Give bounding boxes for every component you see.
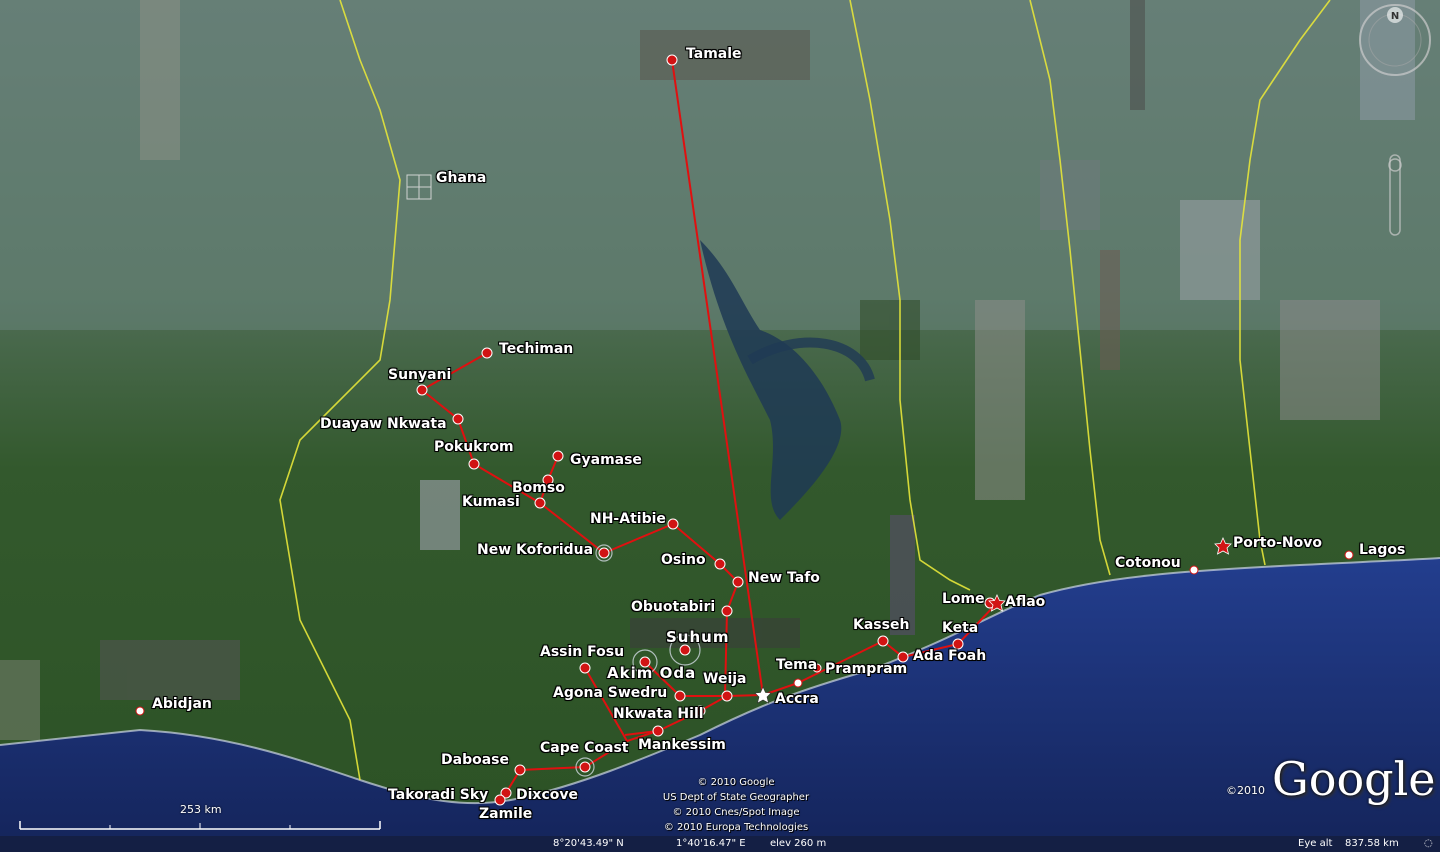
marker-new-koforidua (598, 547, 610, 559)
label-kasseh[interactable]: Kasseh (853, 617, 909, 633)
country-icon-ghana (406, 174, 432, 200)
compass-north-label: N (1391, 11, 1399, 22)
marker-kumasi (534, 497, 546, 509)
marker-suhum (679, 644, 691, 656)
marker-new-tafo (732, 576, 744, 588)
label-lome[interactable]: Lome (942, 591, 985, 607)
marker-lagos (1344, 550, 1354, 560)
marker-nh-atibie (667, 518, 679, 530)
marker-duayaw-nkwata (452, 413, 464, 425)
label-tamale[interactable]: Tamale (686, 46, 742, 62)
marker-mankessim (652, 725, 664, 737)
label-agona-swedru[interactable]: Agona Swedru (553, 685, 667, 701)
label-cape-coast[interactable]: Cape Coast (540, 740, 628, 756)
google-logo: Google (1272, 752, 1436, 806)
label-duayaw-nkwata[interactable]: Duayaw Nkwata (320, 416, 447, 432)
label-cotonou[interactable]: Cotonou (1115, 555, 1181, 571)
marker-tamale (666, 54, 678, 66)
marker-sunyani (416, 384, 428, 396)
marker-weija (721, 690, 733, 702)
marker-tema (793, 678, 803, 688)
label-abidjan[interactable]: Abidjan (152, 696, 212, 712)
longitude-readout: 1°40'16.47" E (676, 838, 746, 849)
credit-line: US Dept of State Geographer (662, 792, 810, 803)
label-prampram[interactable]: Prampram (825, 661, 907, 677)
label-porto-novo[interactable]: Porto-Novo (1233, 535, 1322, 551)
elevation-readout: elev 260 m (770, 838, 827, 849)
label-new-koforidua[interactable]: New Koforidua (477, 542, 593, 558)
label-accra[interactable]: Accra (775, 691, 819, 707)
credit-line: © 2010 Europa Technologies (663, 822, 809, 833)
label-zamile[interactable]: Zamile (479, 806, 532, 822)
label-new-tafo[interactable]: New Tafo (748, 570, 820, 586)
marker-daboase (514, 764, 526, 776)
logo-copyright: ©2010 (1226, 784, 1265, 797)
credit-line: © 2010 Cnes/Spot Image (672, 807, 800, 818)
marker-techiman (481, 347, 493, 359)
label-takoradi-sky[interactable]: Takoradi Sky (388, 787, 488, 803)
marker-agona-swedru (674, 690, 686, 702)
label-sunyani[interactable]: Sunyani (388, 367, 451, 383)
label-ghana[interactable]: Ghana (436, 170, 486, 186)
streaming-indicator-icon: ◌ (1424, 838, 1433, 849)
label-tema[interactable]: Tema (776, 657, 817, 673)
eye-alt-value: 837.58 km (1345, 838, 1399, 849)
eye-alt-label: Eye alt (1298, 838, 1333, 849)
label-lagos[interactable]: Lagos (1359, 542, 1405, 558)
star-marker-accra (754, 686, 772, 704)
label-nkwata-hill[interactable]: Nkwata Hill (613, 706, 704, 722)
status-bar: 8°20'43.49" N 1°40'16.47" E elev 260 m E… (0, 836, 1440, 852)
marker-obuotabiri (721, 605, 733, 617)
marker-zamile (494, 794, 506, 806)
label-obuotabiri[interactable]: Obuotabiri (631, 599, 715, 615)
marker-osino (714, 558, 726, 570)
marker-gyamase (552, 450, 564, 462)
label-osino[interactable]: Osino (661, 552, 706, 568)
label-nh-atibie[interactable]: NH-Atibie (590, 511, 666, 527)
label-suhum[interactable]: Suhum (666, 628, 729, 646)
credit-line: © 2010 Google (697, 777, 775, 788)
navigation-controls[interactable]: N (1355, 0, 1435, 240)
map-view[interactable]: Tamale Ghana Techiman Sunyani Duayaw Nkw… (0, 0, 1440, 852)
label-techiman[interactable]: Techiman (499, 341, 573, 357)
zoom-slider (1389, 154, 1401, 236)
scale-bar (19, 821, 381, 830)
label-gyamase[interactable]: Gyamase (570, 452, 642, 468)
label-akim-oda[interactable]: Akim Oda (607, 664, 696, 682)
label-assin-fosu[interactable]: Assin Fosu (540, 644, 624, 660)
star-marker-porto-novo (1214, 537, 1232, 555)
label-kumasi[interactable]: Kumasi (462, 494, 520, 510)
star-marker-aflao (988, 594, 1006, 612)
label-mankessim[interactable]: Mankessim (638, 737, 726, 753)
label-aflao[interactable]: Aflao (1005, 594, 1045, 610)
marker-cape-coast (579, 761, 591, 773)
marker-abidjan (135, 706, 145, 716)
zoom-in-icon (1388, 158, 1402, 172)
label-daboase[interactable]: Daboase (441, 752, 509, 768)
place-markers (135, 54, 1354, 806)
label-weija[interactable]: Weija (703, 671, 746, 687)
label-ada-foah[interactable]: Ada Foah (913, 648, 986, 664)
latitude-readout: 8°20'43.49" N (553, 838, 624, 849)
marker-kasseh (877, 635, 889, 647)
marker-pokukrom (468, 458, 480, 470)
label-dixcove[interactable]: Dixcove (516, 787, 578, 803)
imagery-credits: © 2010 Google US Dept of State Geographe… (636, 775, 836, 835)
marker-assin-fosu (579, 662, 591, 674)
marker-cotonou (1189, 565, 1199, 575)
label-pokukrom[interactable]: Pokukrom (434, 439, 514, 455)
label-keta[interactable]: Keta (942, 620, 978, 636)
